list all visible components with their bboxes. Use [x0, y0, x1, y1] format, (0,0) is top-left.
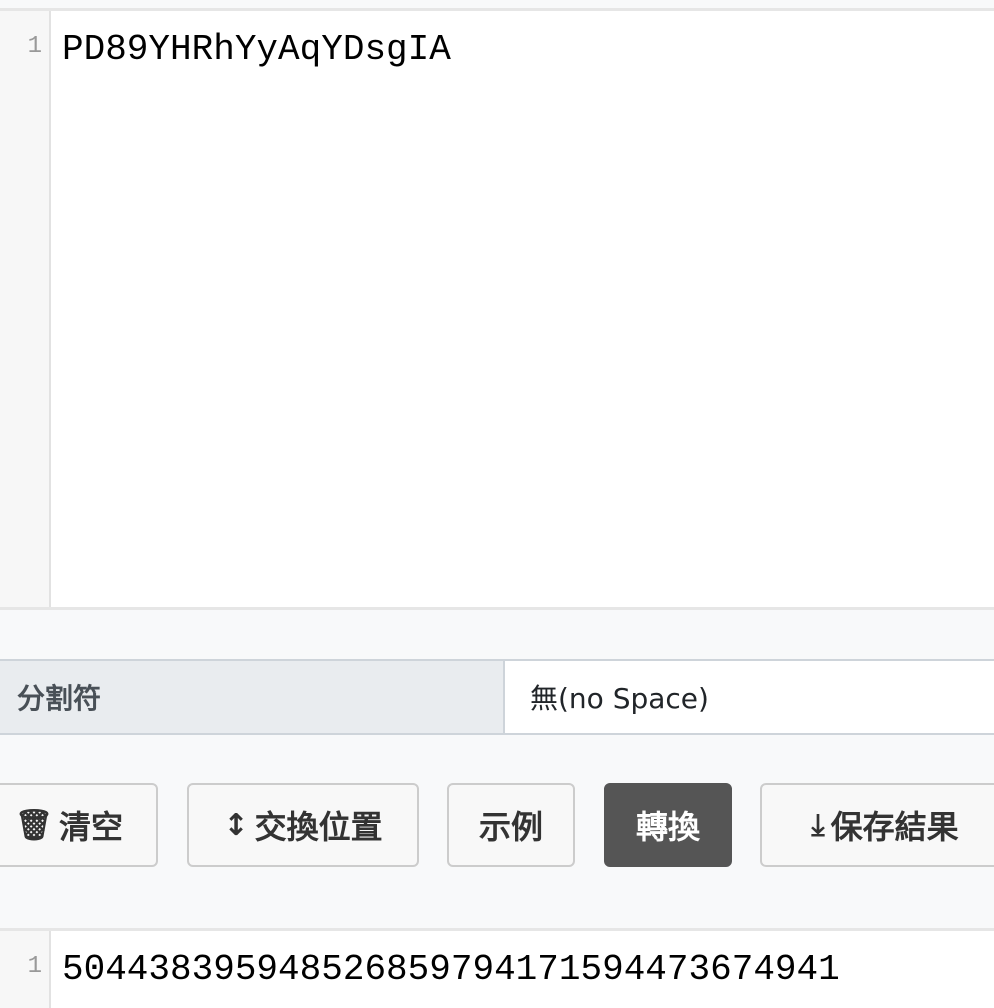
swap-label: 交換位置 — [254, 808, 383, 846]
example-button[interactable]: 示例 — [447, 783, 575, 867]
output-editor[interactable]: 1 504438395948526859794171594473674941 — [0, 928, 994, 1008]
line-number: 1 — [27, 33, 42, 60]
convert-label: 轉換 — [635, 808, 700, 846]
separator-select[interactable]: 無(no Space) — [505, 659, 994, 735]
convert-button[interactable]: 轉換 — [604, 783, 732, 867]
input-gutter — [0, 11, 51, 607]
line-number: 1 — [27, 953, 42, 980]
example-label: 示例 — [478, 808, 543, 846]
clear-label: 清空 — [59, 808, 124, 846]
save-label: 保存結果 — [830, 808, 959, 846]
trash-icon: 🗑 — [14, 807, 54, 843]
save-result-button[interactable]: ⤓ 保存結果 — [760, 783, 994, 867]
file-download-icon: ⤓ — [811, 807, 825, 843]
separator-label: 分割符 — [0, 659, 505, 735]
swap-button[interactable]: ↕ 交換位置 — [187, 783, 419, 867]
input-text[interactable]: PD89YHRhYyAqYDsgIA — [62, 29, 451, 70]
clear-button[interactable]: 🗑 清空 — [0, 783, 158, 867]
separator-group: 分割符 無(no Space) — [0, 659, 994, 735]
input-editor[interactable]: 1 PD89YHRhYyAqYDsgIA — [0, 8, 994, 610]
arrows-vertical-icon: ↕ — [223, 807, 249, 843]
output-text[interactable]: 504438395948526859794171594473674941 — [62, 949, 840, 990]
